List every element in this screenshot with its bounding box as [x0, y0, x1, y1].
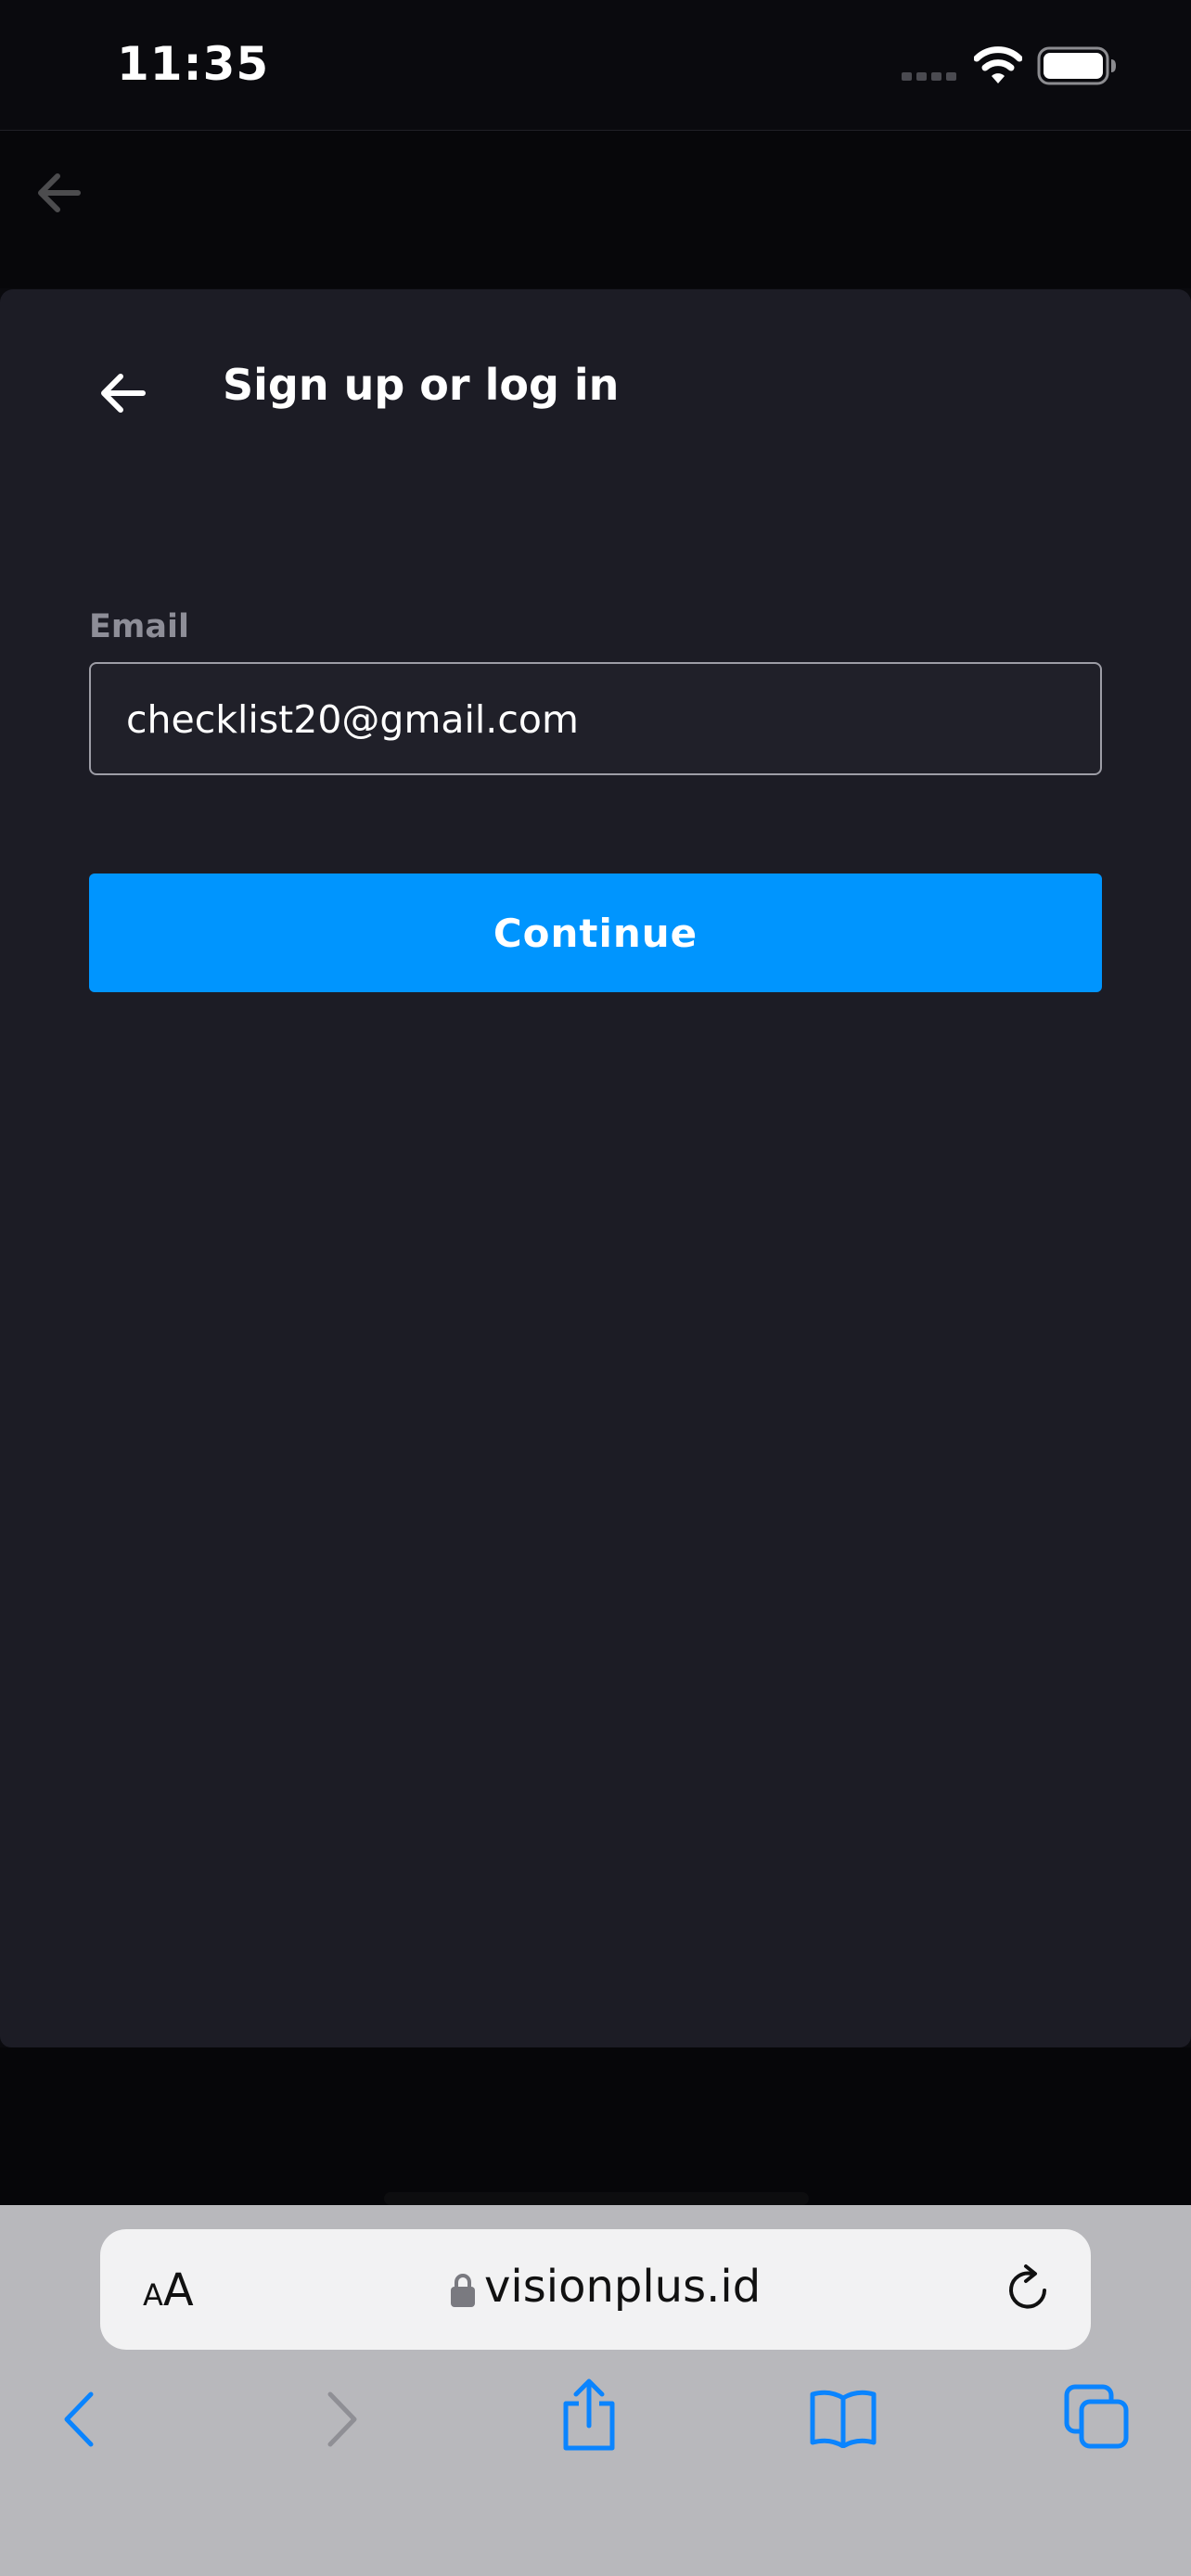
email-label: Email — [89, 608, 189, 645]
modal-title: Sign up or log in — [223, 360, 620, 410]
url-text: visionplus.id — [484, 2261, 762, 2313]
text-size-large-a: A — [162, 2264, 194, 2316]
status-time: 11:35 — [117, 37, 270, 91]
share-icon[interactable] — [558, 2378, 620, 2452]
reload-icon[interactable] — [1004, 2263, 1056, 2316]
background-back-icon — [38, 173, 81, 212]
text-size-button[interactable]: AA — [143, 2264, 194, 2316]
bookmarks-icon[interactable] — [809, 2387, 877, 2448]
background-page-header — [0, 131, 1191, 288]
continue-button[interactable]: Continue — [89, 874, 1102, 992]
tabs-icon[interactable] — [1063, 2383, 1130, 2450]
sign-in-modal: Sign up or log in Email checklist20@gmai… — [0, 289, 1191, 2047]
home-indicator — [384, 2192, 809, 2205]
back-arrow-icon[interactable] — [93, 363, 152, 423]
email-value: checklist20@gmail.com — [126, 697, 579, 742]
continue-button-label: Continue — [493, 911, 698, 956]
status-bar: 11:35 — [0, 0, 1191, 131]
forward-icon[interactable] — [317, 2387, 364, 2452]
lock-icon — [451, 2274, 475, 2307]
text-size-small-a: A — [143, 2277, 163, 2313]
cellular-signal-icon — [902, 72, 956, 81]
battery-icon — [1037, 46, 1116, 85]
email-field[interactable]: checklist20@gmail.com — [89, 662, 1102, 775]
wifi-icon — [974, 46, 1022, 83]
back-icon[interactable] — [58, 2387, 104, 2452]
browser-bottom-bar: AA visionplus.id — [0, 2205, 1191, 2576]
background-page-row — [0, 2047, 1191, 2205]
address-bar[interactable]: AA visionplus.id — [100, 2229, 1091, 2350]
